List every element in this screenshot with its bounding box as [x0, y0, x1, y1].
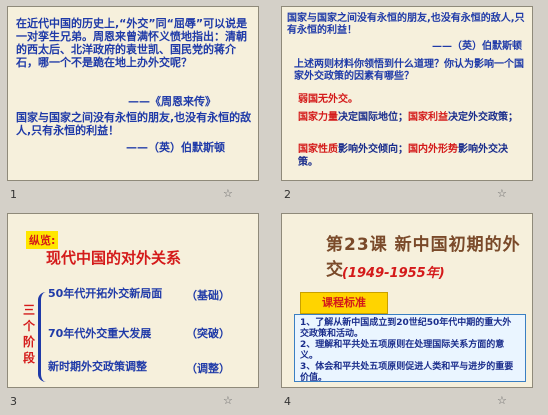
slide3-item-1-tag: （基础） [186, 289, 230, 302]
slide-canvas: 在近代中国的历史上,“外交”同“屈辱”可以说是一对孪生兄弟。周恩来曾满怀义愤地指… [7, 6, 259, 181]
slide-number: 1 [10, 188, 17, 201]
slide2-answer2: 国家力量决定国际地位；国家利益决定外交政策； [298, 112, 518, 123]
slide-thumbnail-1[interactable]: 在近代中国的历史上,“外交”同“屈辱”可以说是一对孪生兄弟。周恩来曾满怀义愤地指… [0, 0, 274, 207]
slide3-item-2-tag: （突破） [186, 327, 230, 340]
transition-star-icon: ☆ [223, 394, 233, 407]
slide-canvas: 第23课 新中国初期的外交 (1949-1955年) 课程标准 1、了解从新中国… [281, 213, 533, 388]
slide-canvas: 国家与国家之间没有永恒的朋友,也没有永恒的敌人,只有永恒的利益！ ——（英）伯默… [281, 6, 533, 181]
slide-thumbnail-4[interactable]: 第23课 新中国初期的外交 (1949-1955年) 课程标准 1、了解从新中国… [274, 207, 548, 414]
slide3-item-3-tag: （调整） [186, 362, 230, 375]
slide4-standard-2: 2、理解和平共处五项原则在处理国际关系方面的意义。 [300, 340, 505, 361]
slide2-answer3: 国家性质影响外交倾向；国内外形势影响外交决策。 [298, 144, 508, 168]
slide2-quote: 国家与国家之间没有永恒的朋友,也没有永恒的敌人,只有永恒的利益！ [287, 13, 525, 36]
slide1-paragraph1: 在近代中国的历史上,“外交”同“屈辱”可以说是一对孪生兄弟。周恩来曾满怀义愤地指… [16, 17, 248, 69]
slide-number: 2 [284, 188, 291, 201]
slide-number: 3 [10, 395, 17, 408]
slide3-item-3: 新时期外交政策调整 [48, 360, 147, 373]
slide3-title: 现代中国的对外关系 [46, 249, 182, 267]
slide-thumbnail-2[interactable]: 国家与国家之间没有永恒的朋友,也没有永恒的敌人,只有永恒的利益！ ——（英）伯默… [274, 0, 548, 207]
slide4-standard-3: 3、体会和平共处五项原则促进人类和平与进步的重要价值。 [300, 362, 514, 383]
slide2-answer1: 弱国无外交。 [298, 94, 358, 105]
slide1-paragraph2: 国家与国家之间没有永恒的朋友,也没有永恒的敌人,只有永恒的利益！ [16, 111, 252, 137]
slide3-item-1: 50年代开拓外交新局面 [48, 287, 163, 300]
slide4-years: (1949-1955年) [342, 266, 445, 281]
slide3-side-label: 三个阶段 [22, 303, 35, 365]
slide2-question: 上述两则材料你领悟到什么道理？你认为影响一个国家外交政策的因素有哪些？ [294, 59, 524, 82]
transition-star-icon: ☆ [497, 394, 507, 407]
slide1-attribution2: ——（英）伯默斯顿 [126, 141, 225, 154]
slide3-item-2: 70年代外交重大发展 [48, 327, 152, 340]
slide-number: 4 [284, 395, 291, 408]
transition-star-icon: ☆ [497, 187, 507, 200]
slide4-badge: 课程标准 [300, 292, 388, 314]
slide-thumbnail-3[interactable]: 纵览: 现代中国的对外关系 三个阶段 50年代开拓外交新局面 （基础） 70年代… [0, 207, 274, 414]
slide1-attribution1: ——《周恩来传》 [128, 95, 216, 108]
slide2-attribution: ——（英）伯默斯顿 [432, 41, 522, 52]
transition-star-icon: ☆ [223, 187, 233, 200]
slide4-standards-box: 1、了解从新中国成立到20世纪50年代中期的重大外交政策和活动。 2、理解和平共… [294, 314, 526, 383]
slide4-standard-1: 1、了解从新中国成立到20世纪50年代中期的重大外交政策和活动。 [300, 318, 512, 339]
slide-canvas: 纵览: 现代中国的对外关系 三个阶段 50年代开拓外交新局面 （基础） 70年代… [7, 213, 259, 388]
